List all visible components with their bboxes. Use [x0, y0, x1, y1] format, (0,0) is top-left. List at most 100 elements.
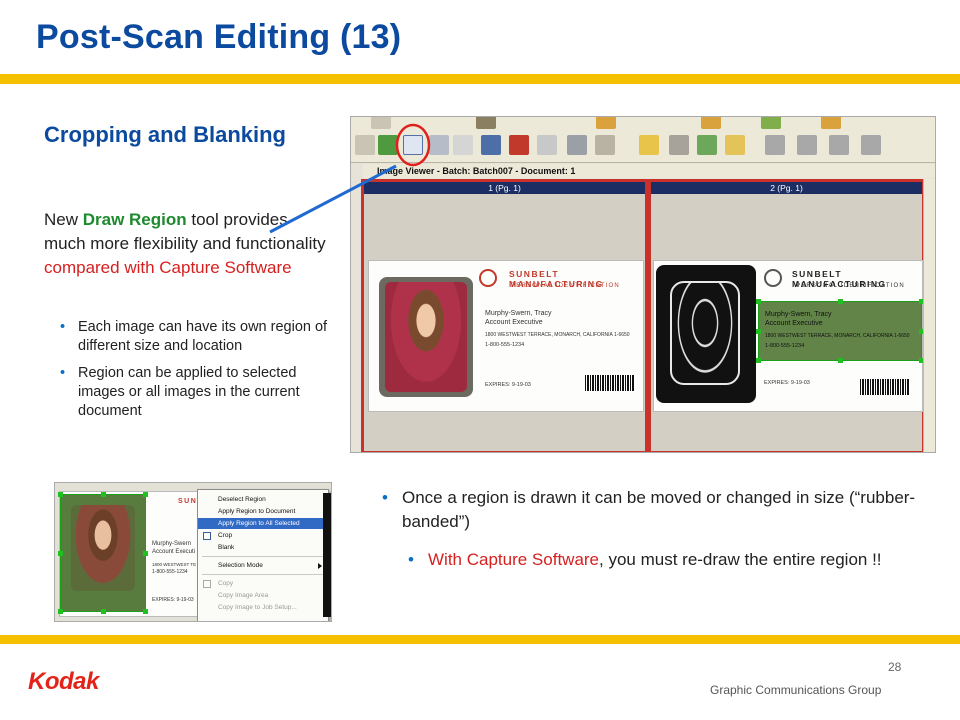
right-bullet-list: Once a region is drawn it can be moved o…	[382, 486, 922, 572]
toolbar-icon[interactable]	[481, 135, 501, 155]
toolbar-icon[interactable]	[829, 135, 849, 155]
resize-handle[interactable]	[756, 358, 761, 363]
lead-red-text: compared with Capture Software	[44, 258, 292, 277]
toolbar-icon[interactable]	[509, 135, 529, 155]
menu-item-apply-region-to-document[interactable]: Apply Region to Document	[198, 506, 328, 517]
menu-item-crop[interactable]: Crop	[198, 530, 328, 541]
resize-handle[interactable]	[756, 299, 761, 304]
menu-separator	[202, 574, 326, 575]
resize-handle[interactable]	[101, 609, 106, 614]
bottom-rule	[0, 635, 960, 644]
id-card-2: SUNBELT MANUFACTURING PERSONAL IDENTIFIC…	[653, 260, 924, 412]
toolbar-icon[interactable]	[596, 117, 616, 129]
resize-handle[interactable]	[58, 551, 63, 556]
card-photo-bw	[656, 265, 756, 403]
image-pane-1[interactable]: 1 (Pg. 1) SUNBELT MANUFACTURING PERSONAL…	[361, 179, 648, 452]
toolbar-icon[interactable]	[453, 135, 473, 155]
menu-item-copy-image-to-job-setup[interactable]: Copy Image to Job Setup...	[198, 602, 328, 613]
toolbar-icon[interactable]	[821, 117, 841, 129]
toolbar-icon[interactable]	[701, 117, 721, 129]
toolbar-icon[interactable]	[378, 135, 398, 155]
draw-region-highlight: Draw Region	[82, 210, 187, 229]
resize-handle[interactable]	[58, 492, 63, 497]
toolbar-icon[interactable]	[725, 135, 745, 155]
toolbar-icon[interactable]	[355, 135, 375, 155]
card-subtitle: PERSONAL IDENTIFICATION	[796, 283, 905, 289]
card-address: 1800 WESTWEST TERRACE, MONARCH, CALIFORN…	[765, 333, 910, 339]
card-role: Account Executive	[765, 320, 823, 327]
small-card-expires: EXPIRES: 9-19-03	[152, 597, 194, 603]
card-photo	[379, 277, 473, 397]
resize-handle[interactable]	[143, 492, 148, 497]
card-barcode	[860, 379, 910, 395]
draw-region-icon[interactable]	[403, 135, 423, 155]
viewer-screenshot: Image Viewer - Batch: Batch007 - Documen…	[350, 116, 936, 453]
menu-item-deselect-region[interactable]: Deselect Region	[198, 494, 328, 505]
resize-handle[interactable]	[58, 609, 63, 614]
card-barcode	[585, 375, 635, 391]
slide-title: Post-Scan Editing (13)	[36, 18, 402, 56]
menu-item-apply-region-to-all-selected[interactable]: Apply Region to All Selected	[198, 518, 328, 529]
background-bw-image	[323, 493, 331, 617]
toolbar-icon[interactable]	[429, 135, 449, 155]
draw-region-selection[interactable]: Murphy-Swern, Tracy Account Executive 18…	[756, 299, 924, 363]
menu-item-copy[interactable]: Copy	[198, 578, 328, 589]
pane-2-label: 2 (Pg. 1)	[651, 182, 922, 194]
toolbar-icon[interactable]	[697, 135, 717, 155]
toolbar-icon[interactable]	[797, 135, 817, 155]
resize-handle[interactable]	[143, 609, 148, 614]
bullet-item: Region can be applied to selected images…	[60, 364, 340, 421]
card-name: Murphy-Swern, Tracy	[765, 311, 832, 318]
card-role: Account Executive	[485, 319, 543, 326]
menu-item-selection-mode[interactable]: Selection Mode	[198, 560, 328, 571]
toolbar-icon[interactable]	[765, 135, 785, 155]
small-id-card: SUNB Murphy-Swern Account Executi 1800 W…	[58, 491, 209, 617]
small-draw-region[interactable]	[58, 492, 148, 614]
card-phone: 1-800-555-1234	[765, 343, 805, 349]
toolbar-icon[interactable]	[567, 135, 587, 155]
card-expires: EXPIRES: 9-19-03	[485, 382, 531, 388]
toolbar-icon[interactable]	[476, 117, 496, 129]
resize-handle[interactable]	[756, 329, 761, 334]
menu-item-blank[interactable]: Blank	[198, 542, 328, 553]
card-expires: EXPIRES: 9-19-03	[764, 380, 810, 386]
vertical-scrollbar[interactable]	[923, 179, 935, 452]
context-menu: Deselect Region Apply Region to Document…	[197, 489, 329, 621]
toolbar	[351, 117, 935, 163]
left-bullet-list: Each image can have its own region of di…	[60, 318, 340, 429]
bullet-item: Each image can have its own region of di…	[60, 318, 340, 356]
footer-org: Graphic Communications Group	[710, 683, 882, 697]
toolbar-icon[interactable]	[371, 117, 391, 129]
viewer-title-bar: Image Viewer - Batch: Batch007 - Documen…	[363, 164, 935, 178]
resize-handle[interactable]	[838, 299, 843, 304]
menu-separator	[202, 556, 326, 557]
copy-icon	[203, 580, 211, 588]
toolbar-icon[interactable]	[639, 135, 659, 155]
capture-software-red: With Capture Software	[428, 550, 600, 569]
small-card-phone: 1-800-555-1234	[152, 569, 188, 575]
right-bullet-sub: With Capture Software, you must re-draw …	[408, 548, 922, 572]
right-bullet-sub-rest: , you must re-draw the entire region !!	[599, 550, 882, 569]
resize-handle[interactable]	[143, 551, 148, 556]
lead-paragraph: New Draw Region tool provides much more …	[44, 208, 334, 280]
page-number: 28	[888, 660, 902, 674]
resize-handle[interactable]	[838, 358, 843, 363]
resize-handle[interactable]	[101, 492, 106, 497]
toolbar-icon[interactable]	[861, 135, 881, 155]
sun-logo-icon	[764, 269, 782, 287]
image-pane-2[interactable]: 2 (Pg. 1) SUNBELT MANUFACTURING PERSONAL…	[648, 179, 925, 452]
menu-item-copy-image-area[interactable]: Copy Image Area	[198, 590, 328, 601]
right-bullet-main: Once a region is drawn it can be moved o…	[382, 486, 922, 534]
card-subtitle: PERSONAL IDENTIFICATION	[511, 283, 620, 289]
toolbar-icon[interactable]	[669, 135, 689, 155]
toolbar-icon[interactable]	[761, 117, 781, 129]
toolbar-icon[interactable]	[595, 135, 615, 155]
submenu-arrow-icon	[318, 563, 322, 569]
small-card-role: Account Executi	[152, 549, 196, 555]
card-name: Murphy-Swern, Tracy	[485, 310, 552, 317]
toolbar-icon[interactable]	[537, 135, 557, 155]
section-subtitle: Cropping and Blanking	[44, 122, 286, 147]
kodak-logo: Kodak	[28, 668, 99, 695]
pane-1-label: 1 (Pg. 1)	[364, 182, 645, 194]
lead-text-1: New	[44, 210, 83, 229]
